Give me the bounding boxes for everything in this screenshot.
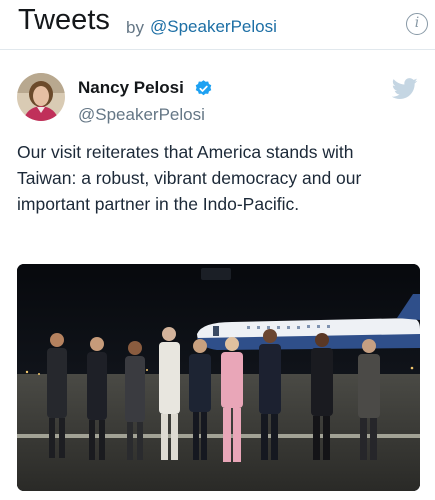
tweet-text: Our visit reiterates that America stands… xyxy=(17,139,417,217)
header-title: Tweets xyxy=(18,4,110,36)
tweet-photo[interactable] xyxy=(17,264,420,491)
header-handle-link[interactable]: @SpeakerPelosi xyxy=(150,17,277,37)
avatar[interactable] xyxy=(17,73,65,121)
author-handle[interactable]: @SpeakerPelosi xyxy=(78,105,205,125)
verified-badge-icon xyxy=(195,80,212,96)
author-name[interactable]: Nancy Pelosi xyxy=(78,78,184,98)
info-icon[interactable]: i xyxy=(406,13,428,35)
tweet-line: Our visit reiterates that America stands… xyxy=(17,142,354,162)
timeline-header: Tweets by @SpeakerPelosi i xyxy=(0,0,435,50)
tweet-line: Taiwan: a robust, vibrant democracy and … xyxy=(17,168,362,188)
header-by-label: by xyxy=(126,18,144,37)
twitter-bird-icon[interactable] xyxy=(392,78,418,100)
tweet-line: important partner in the Indo-Pacific. xyxy=(17,194,300,214)
